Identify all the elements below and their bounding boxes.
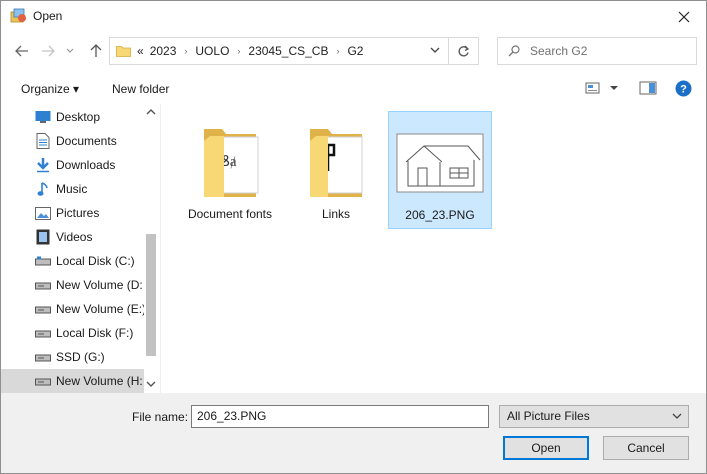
pictures-icon (35, 205, 51, 221)
address-overflow[interactable]: « (137, 44, 144, 58)
file-type-select[interactable]: All Picture Files (499, 405, 689, 428)
breadcrumb-23045[interactable]: 23045_CS_CB (248, 44, 328, 58)
title-bar: Open (1, 1, 706, 33)
chevron-down-icon (672, 413, 682, 419)
drive-icon (35, 349, 51, 365)
organize-menu[interactable]: Organize ▾ (21, 82, 79, 96)
window-title: Open (33, 9, 63, 23)
nav-pane-scrollbar[interactable] (144, 104, 158, 393)
documents-icon (35, 133, 51, 149)
preview-pane-icon (639, 81, 657, 95)
nav-item-videos[interactable]: Videos (1, 225, 144, 249)
drive-icon (35, 373, 51, 389)
nav-item-desktop[interactable]: Desktop (1, 105, 144, 129)
refresh-button[interactable] (449, 37, 479, 65)
videos-icon (35, 229, 51, 245)
drive-icon (35, 277, 51, 293)
nav-item-local-disk-c[interactable]: Local Disk (C:) (1, 249, 144, 273)
drive-icon (35, 253, 51, 269)
search-icon (508, 45, 520, 57)
close-button[interactable] (662, 1, 706, 33)
chevron-up-icon[interactable] (146, 108, 156, 116)
nav-item-downloads[interactable]: Downloads (1, 153, 144, 177)
svg-text:?: ? (680, 84, 687, 96)
nav-item-new-volume-d[interactable]: New Volume (D: (1, 273, 144, 297)
chevron-down-icon[interactable] (146, 380, 156, 388)
view-list-icon (585, 82, 600, 94)
nav-item-new-volume-h[interactable]: New Volume (H: (1, 369, 144, 393)
file-item-document-fonts[interactable]: ꝸⱥ Document fonts (178, 111, 282, 229)
breadcrumb-g2[interactable]: G2 (347, 44, 363, 58)
nav-item-ssd-g[interactable]: SSD (G:) (1, 345, 144, 369)
back-button[interactable] (11, 40, 33, 62)
chevron-right-icon[interactable]: › (184, 46, 187, 56)
app-icon (10, 8, 28, 24)
downloads-icon (35, 157, 51, 173)
music-icon (35, 181, 51, 197)
chevron-right-icon[interactable]: › (336, 46, 339, 56)
drive-icon (35, 325, 51, 341)
cancel-button[interactable]: Cancel (603, 436, 689, 460)
folder-icon: ꝸⱥ (184, 121, 276, 201)
search-box[interactable]: Search G2 (497, 37, 697, 65)
file-type-value: All Picture Files (507, 409, 590, 423)
change-view-button[interactable] (585, 81, 619, 95)
open-dialog: Open « 2023 › UOLO › 23045_CS_CB › G2 Se… (0, 0, 707, 474)
caret-down-icon (610, 86, 618, 90)
desktop-icon (35, 109, 51, 125)
nav-item-new-volume-e[interactable]: New Volume (E:) (1, 297, 144, 321)
new-folder-button[interactable]: New folder (112, 82, 169, 96)
image-thumbnail-icon (394, 122, 486, 202)
refresh-icon (458, 45, 470, 56)
nav-item-music[interactable]: Music (1, 177, 144, 201)
search-input[interactable]: Search G2 (530, 44, 587, 58)
chevron-down-icon (66, 48, 74, 53)
nav-item-pictures[interactable]: Pictures (1, 201, 144, 225)
nav-item-documents[interactable]: Documents (1, 129, 144, 153)
drive-icon (35, 301, 51, 317)
file-list: ꝸⱥ Document fonts Links 206_23.PNG (161, 104, 707, 393)
navigation-pane: Desktop Documents Downloads Music Pictur… (1, 104, 161, 393)
breadcrumb-uolo[interactable]: UOLO (195, 44, 229, 58)
open-button[interactable]: Open (503, 436, 589, 460)
dialog-footer: File name: 206_23.PNG All Picture Files … (1, 393, 706, 473)
arrow-right-icon (42, 45, 55, 57)
file-name-input[interactable]: 206_23.PNG (191, 405, 489, 428)
chevron-right-icon[interactable]: › (237, 46, 240, 56)
file-item-206-23-png[interactable]: 206_23.PNG (388, 111, 492, 229)
arrow-left-icon (15, 45, 28, 57)
arrow-up-icon (90, 44, 102, 57)
folder-icon (116, 46, 131, 57)
up-button[interactable] (85, 40, 107, 62)
folder-icon (290, 121, 382, 201)
file-name-label: File name: (132, 410, 189, 424)
help-icon: ? (675, 80, 692, 97)
chevron-down-icon[interactable] (430, 46, 440, 54)
address-bar[interactable]: « 2023 › UOLO › 23045_CS_CB › G2 (109, 37, 449, 65)
help-button[interactable]: ? (675, 80, 692, 100)
close-icon (678, 11, 690, 23)
file-item-links[interactable]: Links (284, 111, 388, 229)
svg-text:ꝸⱥ: ꝸⱥ (222, 154, 237, 170)
recent-locations-button[interactable] (63, 40, 77, 62)
scrollbar-thumb[interactable] (146, 234, 156, 356)
forward-button[interactable] (37, 40, 59, 62)
breadcrumb-2023[interactable]: 2023 (150, 44, 177, 58)
nav-item-local-disk-f[interactable]: Local Disk (F:) (1, 321, 144, 345)
preview-pane-button[interactable] (639, 81, 657, 98)
